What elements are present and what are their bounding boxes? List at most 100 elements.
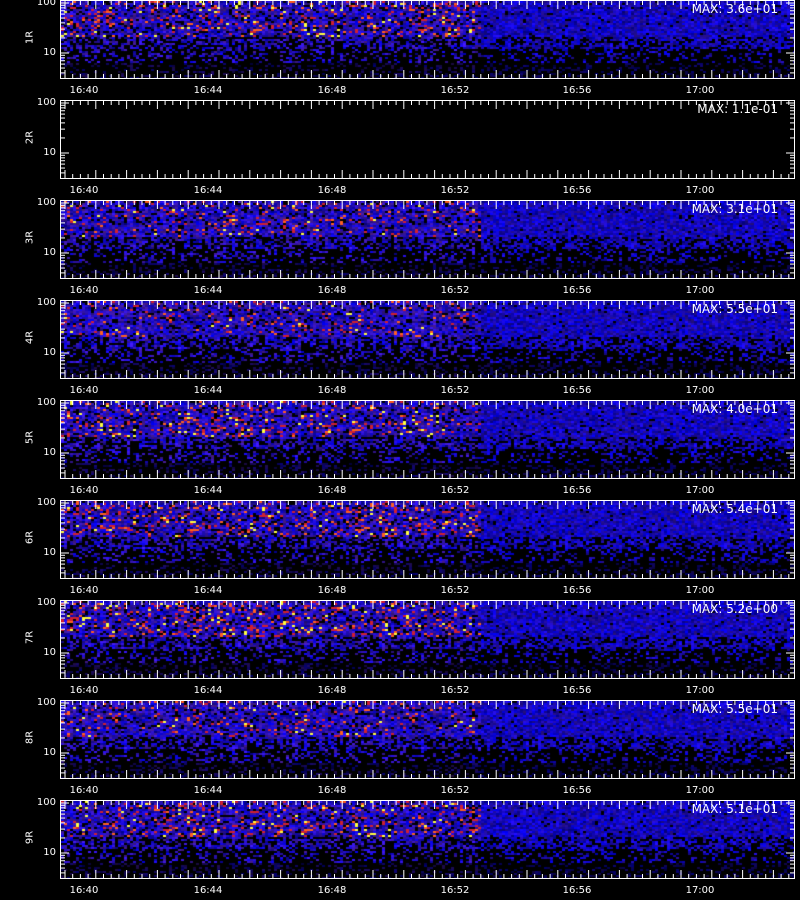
y-tick-label: 10 — [43, 547, 56, 558]
axis-ticks — [61, 701, 794, 778]
x-tick-label: 16:52 — [440, 285, 470, 296]
x-tick-label: 16:52 — [440, 85, 470, 96]
x-tick-label: 16:40 — [69, 485, 99, 496]
y-tick-label: 100 — [36, 197, 56, 208]
y-axis-label: 3R — [24, 230, 36, 245]
y-tick-label: 10 — [43, 647, 56, 658]
x-tick-label: 16:44 — [193, 385, 223, 396]
y-axis-label: 4R — [24, 330, 36, 345]
y-tick-label: 100 — [36, 97, 56, 108]
axis-ticks — [61, 1, 794, 78]
axis-ticks — [61, 301, 794, 378]
x-tick-label: 16:44 — [193, 285, 223, 296]
x-tick-label: 17:00 — [685, 485, 715, 496]
x-tick-label: 16:40 — [69, 785, 99, 796]
x-tick-label: 16:52 — [440, 185, 470, 196]
x-tick-label: 16:52 — [440, 485, 470, 496]
y-tick-label: 100 — [36, 297, 56, 308]
x-tick-label: 16:44 — [193, 585, 223, 596]
x-tick-label: 16:56 — [562, 685, 592, 696]
axis-ticks — [61, 501, 794, 578]
x-tick-label: 16:56 — [562, 485, 592, 496]
x-tick-label: 16:56 — [562, 585, 592, 596]
axis-ticks — [61, 601, 794, 678]
y-tick-label: 100 — [36, 397, 56, 408]
x-tick-label: 16:56 — [562, 385, 592, 396]
x-tick-label: 16:44 — [193, 185, 223, 196]
x-tick-label: 16:40 — [69, 85, 99, 96]
y-axis-label: 6R — [24, 530, 36, 545]
y-tick-label: 10 — [43, 247, 56, 258]
y-tick-label: 10 — [43, 347, 56, 358]
x-tick-label: 16:40 — [69, 385, 99, 396]
y-tick-label: 100 — [36, 697, 56, 708]
y-axis-label: 5R — [24, 430, 36, 445]
x-tick-label: 17:00 — [685, 385, 715, 396]
y-tick-label: 10 — [43, 747, 56, 758]
x-tick-label: 17:00 — [685, 285, 715, 296]
x-tick-label: 16:56 — [562, 785, 592, 796]
axis-ticks — [61, 201, 794, 278]
panel-7R: MAX: 5.2e+00 7R 100 10 16:40 16:44 16:48 16:52 1… — [0, 597, 800, 700]
y-tick-label: 10 — [43, 147, 56, 158]
x-tick-label: 16:40 — [69, 285, 99, 296]
spectrogram-plot: MAX: 3.6e+01 — [60, 0, 795, 79]
y-axis-label: 2R — [24, 130, 36, 145]
panel-5R: MAX: 4.0e+01 5R 100 10 16:40 16:44 16:48 16:52 1… — [0, 397, 800, 500]
x-tick-label: 16:52 — [440, 785, 470, 796]
y-axis-label: 7R — [24, 630, 36, 645]
x-tick-label: 16:44 — [193, 685, 223, 696]
panel-8R: MAX: 5.5e+01 8R 100 10 16:40 16:44 16:48 16:52 1… — [0, 697, 800, 800]
panel-3R: MAX: 3.1e+01 3R 100 10 16:40 16:44 16:48 16:52 1… — [0, 197, 800, 300]
spectrogram-plot: MAX: 5.5e+01 — [60, 700, 795, 779]
x-tick-label: 17:00 — [685, 185, 715, 196]
y-tick-label: 10 — [43, 447, 56, 458]
x-tick-label: 16:44 — [193, 485, 223, 496]
x-tick-label: 16:48 — [317, 385, 347, 396]
x-tick-label: 16:40 — [69, 685, 99, 696]
x-tick-label: 17:00 — [685, 685, 715, 696]
x-tick-label: 16:48 — [317, 585, 347, 596]
y-axis-label: 8R — [24, 730, 36, 745]
spectrogram-plot: MAX: 3.1e+01 — [60, 200, 795, 279]
y-axis-label: 1R — [24, 30, 36, 45]
y-tick-label: 100 — [36, 497, 56, 508]
x-tick-label: 16:48 — [317, 285, 347, 296]
x-tick-label: 16:48 — [317, 185, 347, 196]
spectrogram-plot: MAX: 1.1e-01 — [60, 100, 795, 179]
x-tick-label: 16:48 — [317, 685, 347, 696]
x-tick-label: 16:56 — [562, 285, 592, 296]
x-tick-label: 16:48 — [317, 785, 347, 796]
axis-ticks — [61, 401, 794, 478]
x-tick-label: 16:52 — [440, 385, 470, 396]
panel-2R: MAX: 1.1e-01 2R 100 10 16:40 16:44 16:48 16:52 1… — [0, 97, 800, 200]
y-tick-label: 100 — [36, 597, 56, 608]
x-tick-label: 16:52 — [440, 685, 470, 696]
x-tick-label: 16:56 — [562, 85, 592, 96]
panel-4R: MAX: 5.5e+01 4R 100 10 16:40 16:44 16:48 16:52 1… — [0, 297, 800, 400]
axis-ticks — [61, 801, 794, 878]
spectrogram-plot: MAX: 5.1e+01 — [60, 800, 795, 879]
x-tick-label: 16:48 — [317, 485, 347, 496]
y-tick-label: 10 — [43, 47, 56, 58]
y-tick-label: 10 — [43, 847, 56, 858]
panel-9R: MAX: 5.1e+01 9R 100 10 16:40 16:44 16:48 16:52 1… — [0, 797, 800, 900]
axis-ticks — [61, 101, 794, 178]
spectrogram-plot: MAX: 5.2e+00 — [60, 600, 795, 679]
x-tick-label: 16:48 — [317, 85, 347, 96]
panel-6R: MAX: 5.4e+01 6R 100 10 16:40 16:44 16:48 16:52 1… — [0, 497, 800, 600]
spectrogram-plot: MAX: 4.0e+01 — [60, 400, 795, 479]
spectrogram-plot: MAX: 5.4e+01 — [60, 500, 795, 579]
x-tick-label: 17:00 — [685, 85, 715, 96]
panel-1R: MAX: 3.6e+01 1R 100 10 16:40 16:44 16:48 16:52 1… — [0, 0, 800, 100]
x-tick-label: 16:40 — [69, 185, 99, 196]
y-tick-label: 100 — [36, 0, 56, 8]
x-tick-label: 16:52 — [440, 585, 470, 596]
x-tick-label: 17:00 — [685, 785, 715, 796]
spectrogram-plot: MAX: 5.5e+01 — [60, 300, 795, 379]
x-tick-label: 16:44 — [193, 785, 223, 796]
y-axis-label: 9R — [24, 830, 36, 845]
x-tick-label: 16:44 — [193, 85, 223, 96]
footer-text — [0, 892, 800, 900]
x-tick-label: 16:56 — [562, 185, 592, 196]
